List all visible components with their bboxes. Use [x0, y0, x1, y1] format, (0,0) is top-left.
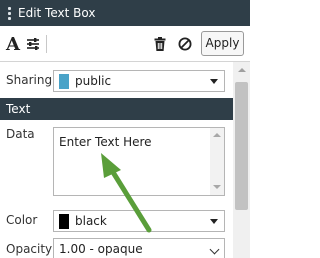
color-value: black — [75, 214, 107, 228]
sharing-color-swatch — [59, 73, 69, 89]
apply-button[interactable]: Apply — [201, 31, 244, 56]
chevron-down-icon — [209, 244, 220, 255]
title-bar[interactable]: Edit Text Box — [0, 0, 250, 26]
data-label: Data — [6, 127, 35, 141]
section-header-text[interactable]: Text — [0, 98, 233, 120]
scroll-up-icon[interactable] — [238, 68, 246, 72]
sharing-select[interactable]: public — [53, 70, 225, 92]
scroll-down-icon[interactable] — [213, 185, 221, 189]
scroll-up-icon[interactable] — [213, 133, 221, 137]
scrollbar-thumb[interactable] — [235, 82, 248, 210]
opacity-select[interactable]: 1.00 - opaque — [53, 238, 225, 258]
textarea-scrollbar[interactable] — [210, 128, 224, 195]
data-textarea[interactable]: Enter Text Here — [53, 127, 225, 196]
toolbar-divider — [46, 35, 47, 53]
color-label: Color — [6, 213, 38, 227]
toolbar: A Apply — [0, 26, 250, 62]
chevron-down-icon — [210, 219, 218, 224]
sharing-label: Sharing — [6, 73, 53, 87]
data-text: Enter Text Here — [59, 135, 152, 149]
opacity-value: 1.00 - opaque — [59, 241, 143, 256]
color-select[interactable]: black — [53, 210, 225, 232]
opacity-label: Opacity — [6, 242, 53, 256]
drag-handle-icon[interactable] — [2, 0, 16, 26]
color-swatch — [59, 213, 69, 229]
chevron-down-icon — [210, 79, 218, 84]
trash-icon[interactable] — [152, 33, 168, 55]
ban-icon[interactable] — [176, 33, 194, 55]
window-title: Edit Text Box — [18, 6, 96, 20]
sliders-icon[interactable] — [25, 33, 41, 55]
font-icon[interactable]: A — [6, 33, 20, 55]
sharing-value: public — [75, 74, 112, 88]
